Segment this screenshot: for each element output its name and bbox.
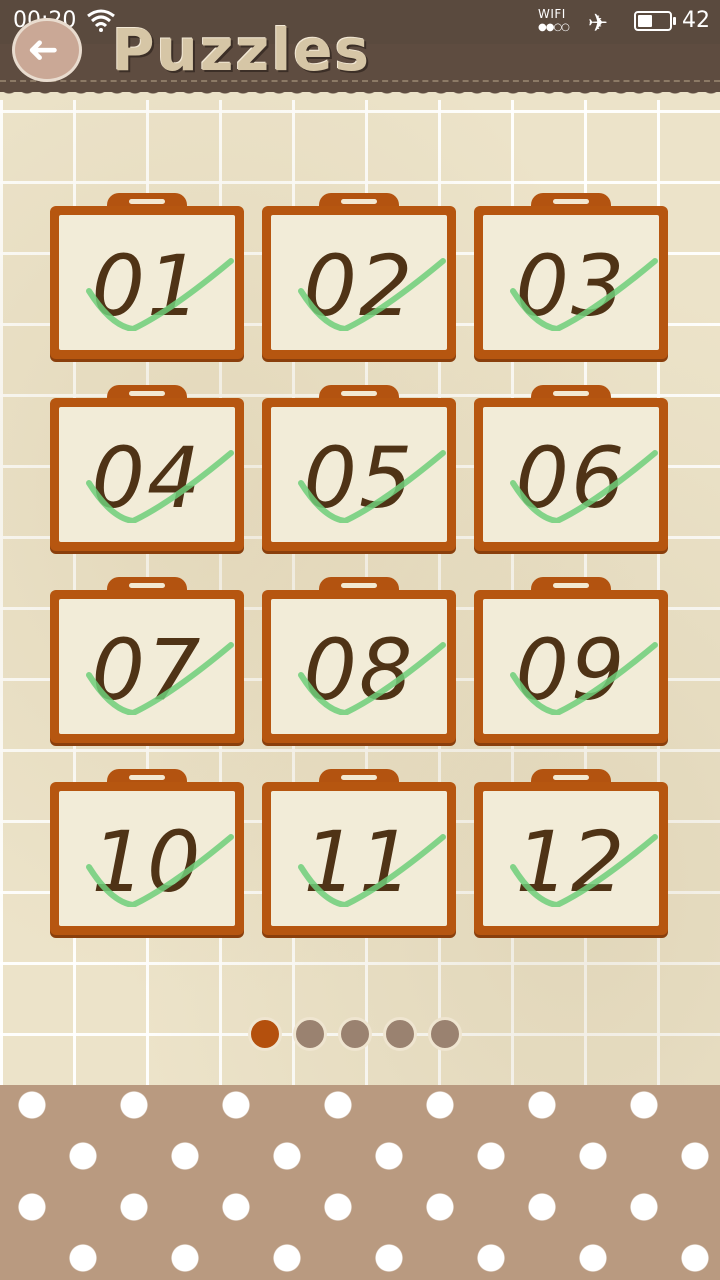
page-title: Puzzles bbox=[112, 16, 372, 84]
puzzle-tile[interactable]: 05 bbox=[262, 385, 456, 551]
tile-board-inner: 05 bbox=[271, 407, 447, 542]
check-mark-icon bbox=[86, 834, 234, 907]
check-mark-icon bbox=[298, 642, 446, 715]
puzzle-tile[interactable]: 12 bbox=[474, 769, 668, 935]
puzzle-tile[interactable]: 04 bbox=[50, 385, 244, 551]
tile-board-inner: 07 bbox=[59, 599, 235, 734]
check-mark-icon bbox=[298, 450, 446, 523]
puzzle-tile[interactable]: 11 bbox=[262, 769, 456, 935]
tile-board: 05 bbox=[262, 398, 456, 551]
puzzle-tile[interactable]: 03 bbox=[474, 193, 668, 359]
tile-board-inner: 12 bbox=[483, 791, 659, 926]
puzzle-tile[interactable]: 06 bbox=[474, 385, 668, 551]
tile-board-inner: 03 bbox=[483, 215, 659, 350]
battery-level: 42 bbox=[682, 8, 710, 33]
check-mark-icon bbox=[86, 642, 234, 715]
puzzle-tile[interactable]: 09 bbox=[474, 577, 668, 743]
page-dot[interactable] bbox=[383, 1017, 417, 1051]
tile-board-inner: 09 bbox=[483, 599, 659, 734]
header-scallop bbox=[0, 84, 720, 102]
tile-board-inner: 10 bbox=[59, 791, 235, 926]
tile-board: 10 bbox=[50, 782, 244, 935]
check-mark-icon bbox=[86, 450, 234, 523]
check-mark-icon bbox=[510, 834, 658, 907]
airplane-mode-icon: ✈ bbox=[588, 9, 609, 37]
check-mark-icon bbox=[510, 450, 658, 523]
tile-board-inner: 04 bbox=[59, 407, 235, 542]
tile-board: 02 bbox=[262, 206, 456, 359]
tile-board-inner: 08 bbox=[271, 599, 447, 734]
puzzle-grid: 01 02 03 04 05 06 07 08 09 10 11 12 bbox=[50, 193, 670, 938]
check-mark-icon bbox=[86, 258, 234, 331]
page-dot[interactable] bbox=[428, 1017, 462, 1051]
tile-board: 08 bbox=[262, 590, 456, 743]
tile-board-inner: 01 bbox=[59, 215, 235, 350]
tile-board: 07 bbox=[50, 590, 244, 743]
check-mark-icon bbox=[510, 642, 658, 715]
puzzle-tile[interactable]: 08 bbox=[262, 577, 456, 743]
battery-icon bbox=[634, 11, 676, 31]
check-mark-icon bbox=[510, 258, 658, 331]
wifi-signal-dots: ●●○○ bbox=[538, 22, 570, 33]
tile-board: 11 bbox=[262, 782, 456, 935]
check-mark-icon bbox=[298, 258, 446, 331]
polka-dot-footer bbox=[0, 1085, 720, 1280]
tile-board-inner: 11 bbox=[271, 791, 447, 926]
tile-board: 09 bbox=[474, 590, 668, 743]
tile-board: 03 bbox=[474, 206, 668, 359]
tile-board: 12 bbox=[474, 782, 668, 935]
puzzle-tile[interactable]: 02 bbox=[262, 193, 456, 359]
page-dot[interactable] bbox=[293, 1017, 327, 1051]
tile-board: 01 bbox=[50, 206, 244, 359]
wifi-label: WIFI bbox=[538, 7, 566, 21]
tile-board-inner: 02 bbox=[271, 215, 447, 350]
tile-board: 04 bbox=[50, 398, 244, 551]
tile-board: 06 bbox=[474, 398, 668, 551]
puzzle-tile[interactable]: 07 bbox=[50, 577, 244, 743]
back-arrow-icon: ➜ bbox=[27, 27, 59, 71]
check-mark-icon bbox=[298, 834, 446, 907]
page-dot-active[interactable] bbox=[248, 1017, 282, 1051]
tile-board-inner: 06 bbox=[483, 407, 659, 542]
puzzle-tile[interactable]: 01 bbox=[50, 193, 244, 359]
page-dot[interactable] bbox=[338, 1017, 372, 1051]
puzzle-tile[interactable]: 10 bbox=[50, 769, 244, 935]
back-button[interactable]: ➜ bbox=[12, 18, 82, 82]
